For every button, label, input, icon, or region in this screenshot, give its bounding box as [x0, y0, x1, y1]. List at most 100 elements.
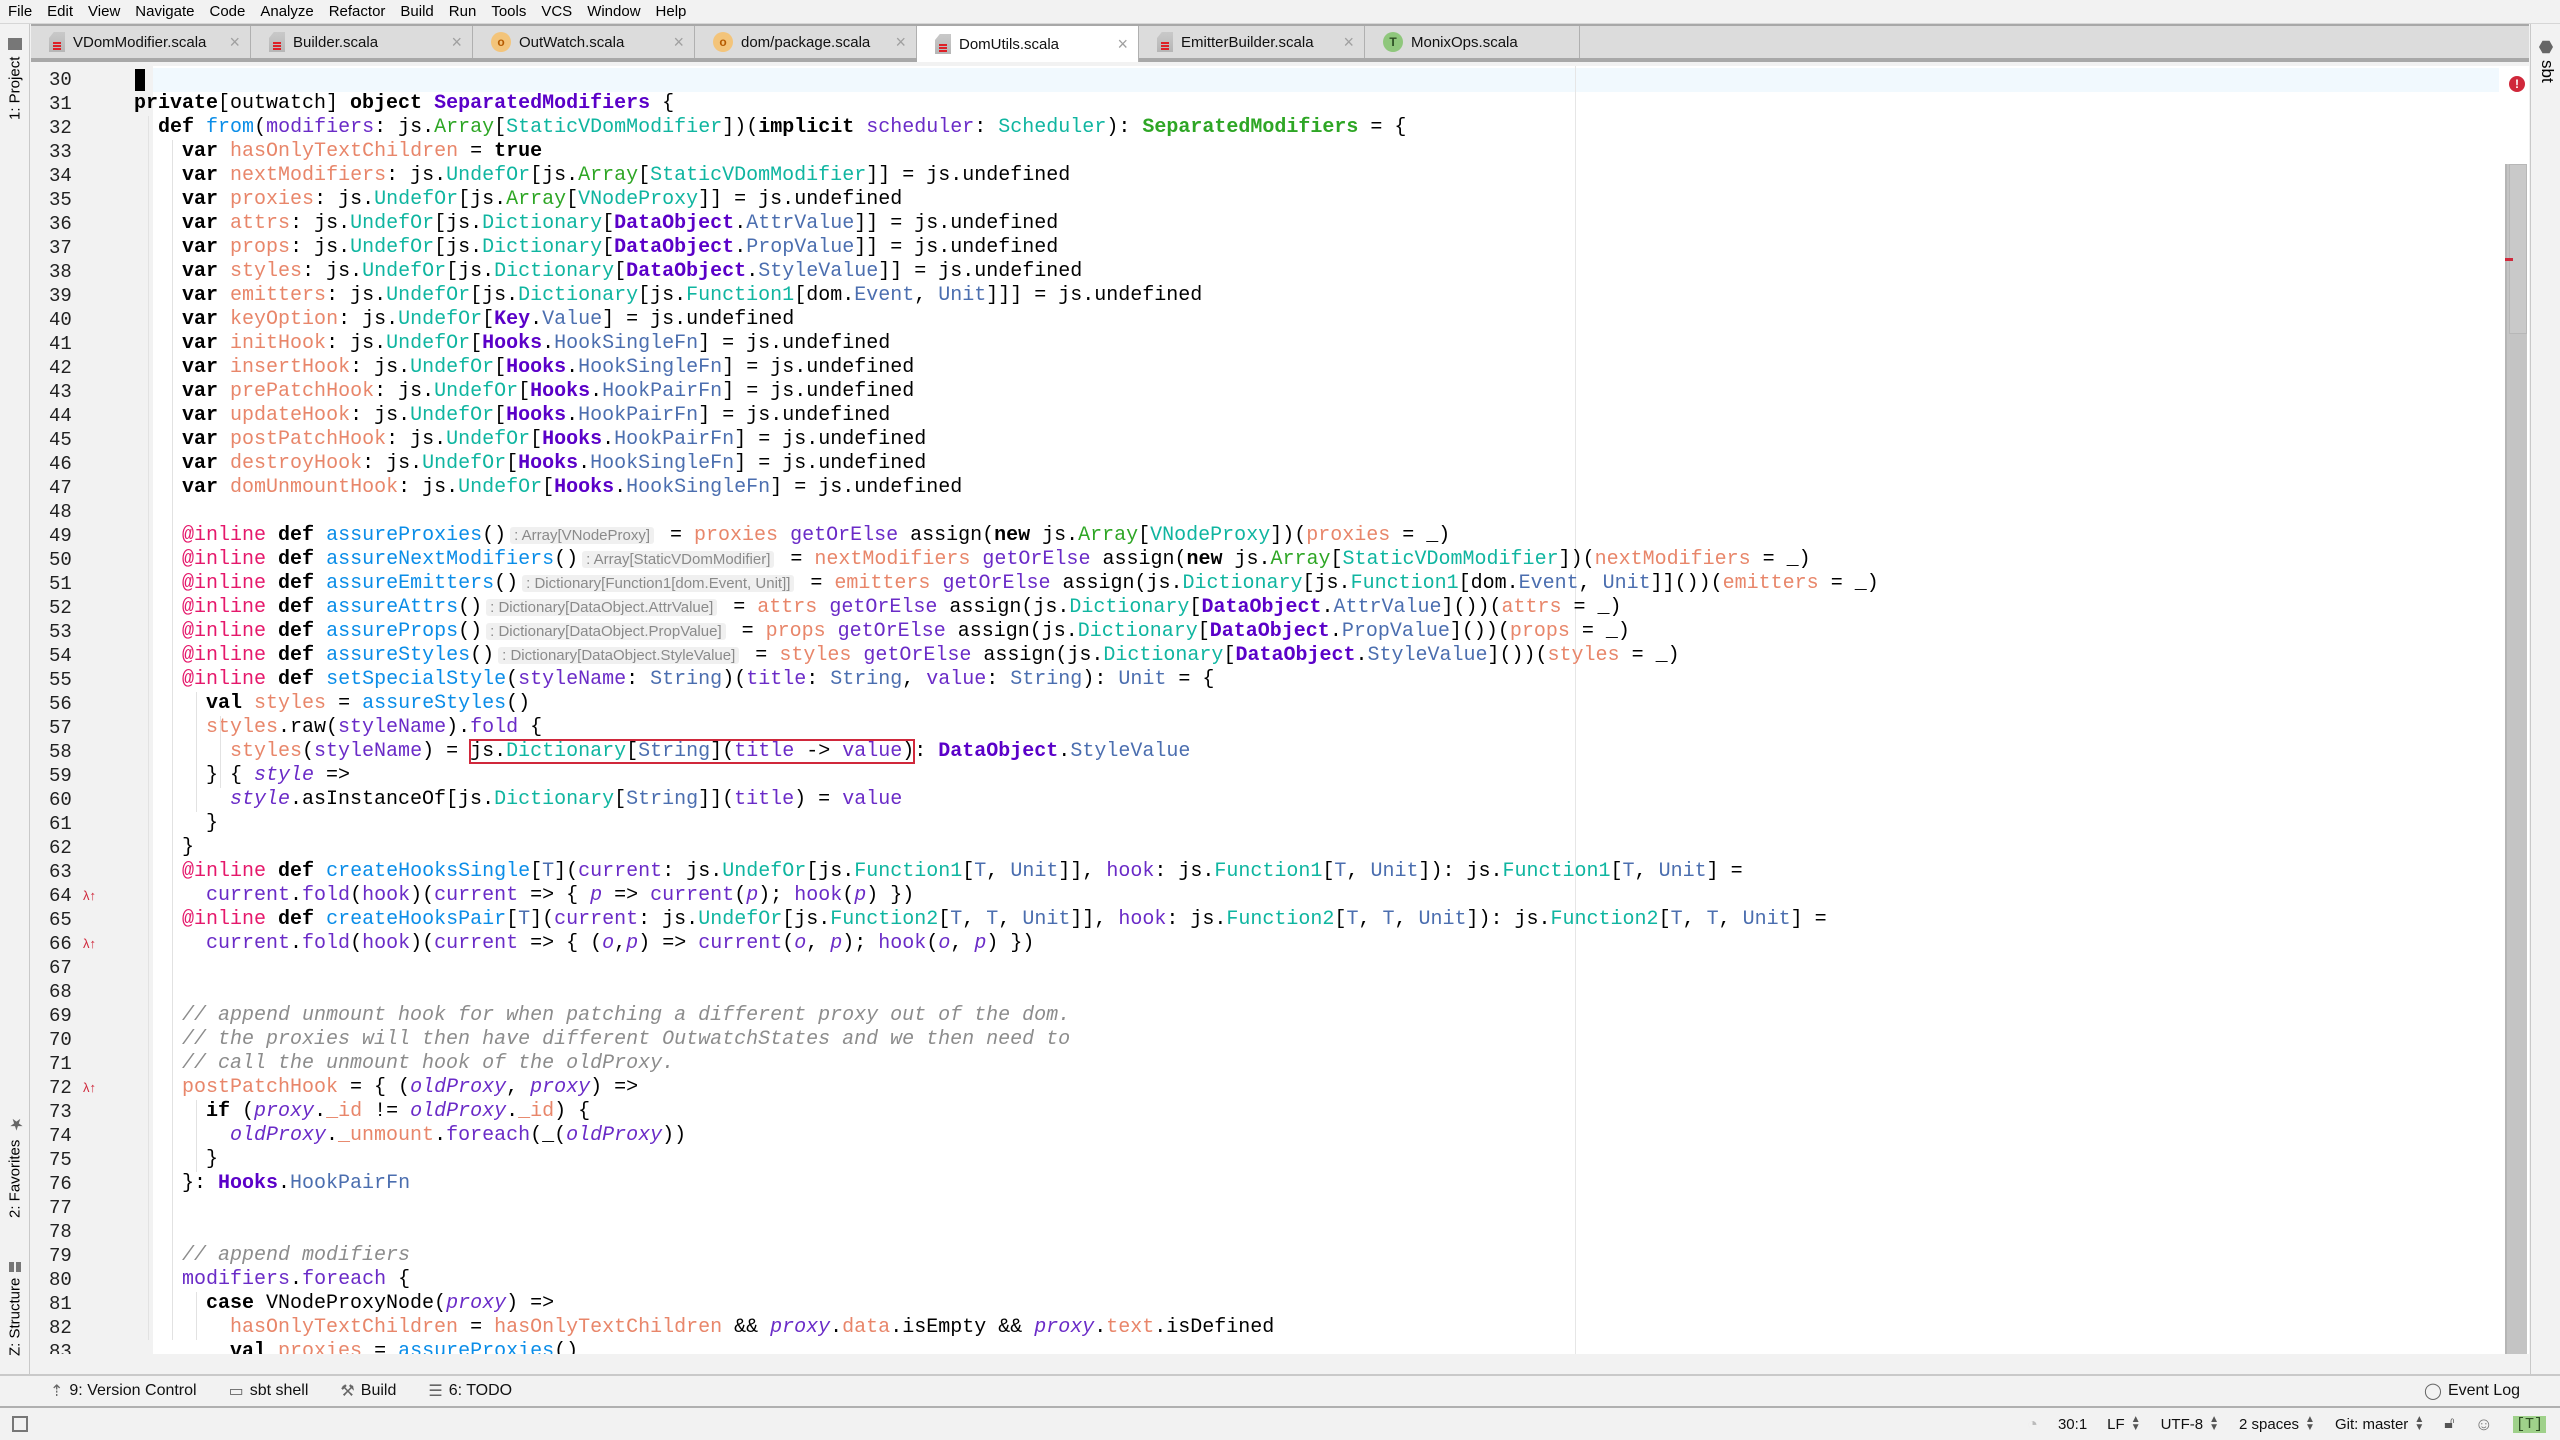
- error-highlight[interactable]: js.Dictionary[String](title -> value): [469, 739, 916, 764]
- tool-window-label: 9: Version Control: [69, 1382, 197, 1399]
- menu-file[interactable]: File: [8, 3, 32, 20]
- line-number: 76: [49, 1173, 72, 1195]
- tab-label: EmitterBuilder.scala: [1181, 33, 1314, 51]
- editor-tab[interactable]: Builder.scala ×: [251, 26, 473, 58]
- line-number: 30: [49, 69, 72, 91]
- type-hint: : Array[VNodeProxy]: [510, 527, 655, 544]
- menu-vcs[interactable]: VCS: [541, 3, 572, 20]
- code-line: var nextModifiers: js.UndefOr[js.Array[S…: [182, 164, 1071, 187]
- overriding-method-icon[interactable]: λ↑: [83, 936, 96, 951]
- editor-tab[interactable]: o OutWatch.scala ×: [473, 26, 695, 58]
- close-tab-icon[interactable]: ×: [433, 32, 462, 53]
- status-bar: ◔ 30:1 LF ▲ ▼ UTF-8 ▲ ▼ 2 spaces ▲ ▼ Git: mast…: [0, 1406, 2560, 1440]
- overriding-method-icon[interactable]: λ↑: [83, 888, 96, 903]
- error-indicator-icon[interactable]: !: [2509, 76, 2525, 92]
- menu-refactor[interactable]: Refactor: [329, 3, 386, 20]
- event-log-button[interactable]: ◯ Event Log: [2424, 1381, 2520, 1401]
- code-line: // append modifiers: [182, 1244, 411, 1267]
- indent-guide: [148, 116, 149, 1340]
- scala-file-icon: [1157, 32, 1173, 52]
- line-number: 52: [49, 597, 72, 619]
- indent-guide: [196, 692, 197, 812]
- line-number: 33: [49, 141, 72, 163]
- tool-window-build[interactable]: ⚒ Build: [340, 1381, 396, 1401]
- menu-run[interactable]: Run: [449, 3, 477, 20]
- menu-code[interactable]: Code: [209, 3, 245, 20]
- close-tab-icon[interactable]: ×: [1325, 32, 1354, 53]
- close-tab-icon[interactable]: ×: [1099, 34, 1128, 55]
- type-hint: : Dictionary[DataObject.AttrValue]: [486, 599, 718, 616]
- tool-window-6-todo[interactable]: ☰ 6: TODO: [428, 1381, 512, 1401]
- lock-icon[interactable]: 🔓︎: [2444, 1415, 2454, 1433]
- hector-inspector-icon[interactable]: ☺: [2475, 1414, 2493, 1435]
- menu-help[interactable]: Help: [656, 3, 687, 20]
- indent-guide: [196, 1100, 197, 1172]
- tool-window-sbt-shell[interactable]: ▭ sbt shell: [229, 1381, 309, 1401]
- tab-label: OutWatch.scala: [519, 33, 625, 51]
- editor-tab[interactable]: DomUtils.scala ×: [917, 26, 1139, 62]
- project-tool-tab[interactable]: 1: Project: [2, 34, 28, 124]
- code-line: styles(styleName) = js.Dictionary[String…: [230, 739, 1191, 764]
- line-number: 59: [49, 765, 72, 787]
- indent-selector[interactable]: 2 spaces ▲ ▼: [2239, 1415, 2315, 1433]
- type-hint: : Dictionary[DataObject.PropValue]: [486, 623, 726, 640]
- line-number: 43: [49, 381, 72, 403]
- menu-view[interactable]: View: [88, 3, 120, 20]
- editor-tab[interactable]: VDomModifier.scala ×: [31, 26, 251, 58]
- editor-tab[interactable]: T MonixOps.scala: [1365, 26, 1580, 58]
- tool-window-label: Build: [360, 1382, 397, 1399]
- close-tab-icon[interactable]: ×: [211, 32, 240, 53]
- line-number: 36: [49, 213, 72, 235]
- line-number: 73: [49, 1101, 72, 1123]
- left-tool-strip: 1: Project 2: Favorites ★ Z: Structure: [0, 24, 30, 1376]
- code-editor[interactable]: 30 31 32 33 34 35 36 37 38 39 40 41 42 43 44 45 46 47 48 49…: [31, 66, 2529, 1354]
- toggle-tool-windows-icon[interactable]: [12, 1416, 28, 1432]
- sbt-tool-tab[interactable]: sbt: [2537, 60, 2557, 83]
- bottom-tool-bar: ⇡ 9: Version Control ▭ sbt shell ⚒ Build ☰ 6: T…: [0, 1374, 2560, 1406]
- editor-tab[interactable]: o dom/package.scala ×: [695, 26, 917, 58]
- close-tab-icon[interactable]: ×: [877, 32, 906, 53]
- favorites-tool-tab[interactable]: 2: Favorites ★: [2, 1104, 28, 1234]
- encoding-label: UTF-8: [2160, 1415, 2204, 1433]
- current-line-highlight: [31, 68, 2529, 92]
- line-number: 81: [49, 1293, 72, 1315]
- close-tab-icon[interactable]: ×: [655, 32, 684, 53]
- scala-file-icon: [269, 32, 285, 52]
- menu-window[interactable]: Window: [587, 3, 640, 20]
- git-branch-selector[interactable]: Git: master ▲ ▼: [2334, 1415, 2424, 1433]
- typeaware-highlight-icon[interactable]: [T]: [2512, 1415, 2546, 1433]
- right-margin-guide: [1575, 66, 1576, 1354]
- caret-position[interactable]: 30:1: [2058, 1416, 2087, 1433]
- version-control-icon: ⇡: [50, 1383, 64, 1400]
- code-line: var destroyHook: js.UndefOr[Hooks.HookSi…: [182, 452, 927, 475]
- menu-tools[interactable]: Tools: [491, 3, 526, 20]
- line-number: 41: [49, 333, 72, 355]
- line-number: 54: [49, 645, 72, 667]
- overriding-method-icon[interactable]: λ↑: [83, 1080, 96, 1095]
- vertical-scrollbar[interactable]: [2505, 164, 2527, 1354]
- menu-navigate[interactable]: Navigate: [135, 3, 194, 20]
- line-number: 57: [49, 717, 72, 739]
- menu-analyze[interactable]: Analyze: [260, 3, 313, 20]
- scrollbar-thumb[interactable]: [2509, 164, 2527, 334]
- menu-build[interactable]: Build: [400, 3, 433, 20]
- error-marker[interactable]: [2505, 258, 2513, 261]
- menu-edit[interactable]: Edit: [47, 3, 73, 20]
- memory-indicator-icon[interactable]: ◔: [2027, 1414, 2038, 1435]
- encoding-selector[interactable]: UTF-8 ▲ ▼: [2160, 1415, 2219, 1433]
- line-number: 67: [49, 957, 72, 979]
- git-branch-label: Git: master: [2334, 1415, 2409, 1433]
- code-line: @inline def assureNextModifiers(): Array…: [182, 548, 1811, 571]
- line-number: 77: [49, 1197, 72, 1219]
- editor-tab[interactable]: EmitterBuilder.scala ×: [1139, 26, 1365, 58]
- code-line: case VNodeProxyNode(proxy) =>: [206, 1292, 555, 1315]
- code-line: // append unmount hook for when patching…: [182, 1004, 1071, 1027]
- line-number: 38: [49, 261, 72, 283]
- line-number: 56: [49, 693, 72, 715]
- line-separator-selector[interactable]: LF ▲ ▼: [2107, 1415, 2140, 1433]
- indent-label: 2 spaces: [2239, 1415, 2300, 1433]
- tool-window-9-version-control[interactable]: ⇡ 9: Version Control: [50, 1381, 197, 1401]
- line-number: 48: [49, 501, 72, 523]
- code-line: }: [134, 1148, 219, 1171]
- structure-tool-tab[interactable]: Z: Structure: [2, 1244, 28, 1374]
